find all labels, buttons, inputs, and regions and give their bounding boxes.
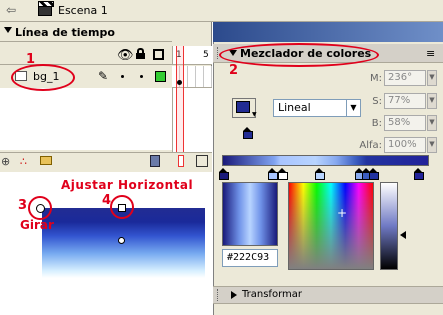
annotation-number: 1 [26,52,36,67]
hue-dropdown-button[interactable]: ▼ [427,70,437,86]
gradient-stop[interactable] [414,168,424,180]
outline-icon[interactable] [153,49,164,60]
fill-color-swatch[interactable] [236,101,250,113]
gradient-stop[interactable] [219,168,229,180]
timeline-title: Línea de tiempo [15,26,115,39]
add-folder-icon[interactable] [40,156,52,165]
outline-color-box[interactable] [155,71,166,82]
layer-list-empty-area [0,88,172,150]
fill-bucket-icon [242,127,253,139]
color-spectrum-picker[interactable] [288,182,374,270]
saturation-field[interactable]: 77% [384,93,426,109]
drag-grip-icon[interactable] [217,289,220,301]
frame-ruler-number: 5 [203,50,209,60]
crosshair-icon: + [337,206,348,220]
annotation-circle [28,196,52,220]
gradient-stop[interactable] [315,168,325,180]
annotation-girar: Girar [20,218,54,232]
gradient-stop[interactable] [268,168,278,180]
annotation-number: 4 [102,193,112,208]
fill-type-value: Lineal [278,101,311,114]
center-frame-icon[interactable] [196,155,208,167]
annotation-ellipse [219,43,379,67]
annotation-number: 2 [229,63,239,78]
brightness-slider[interactable] [380,182,398,270]
scene-clapboard-icon [38,1,54,16]
annotation-ajustar-horizontal: Ajustar Horizontal [61,178,194,192]
collapse-triangle-icon[interactable] [4,27,12,33]
slider-handle-icon[interactable] [400,231,406,239]
saturation-dropdown-button[interactable]: ▼ [427,93,437,109]
eye-icon[interactable]: 👁 [117,48,134,63]
swatch-dropdown-icon: ▼ [252,111,257,118]
gradient-stop[interactable] [278,168,288,180]
brightness-dropdown-button[interactable]: ▼ [427,115,437,131]
chevron-down-icon[interactable]: ▼ [346,100,360,116]
alpha-field[interactable]: 100% [384,137,426,153]
hex-color-input[interactable]: #222C93 [222,249,278,267]
alpha-label: Alfa: [359,140,382,151]
visibility-dot[interactable] [121,75,124,78]
hue-label: M: [370,73,382,84]
scene-label[interactable]: Escena 1 [58,4,108,17]
panel-title-strip [213,22,443,42]
keyframe-dot[interactable] [177,80,182,85]
playhead[interactable] [176,46,184,152]
expand-triangle-icon[interactable] [231,291,237,299]
annotation-number: 3 [18,198,28,213]
brightness-label: B: [371,118,382,129]
alpha-dropdown-button[interactable]: ▼ [427,137,437,153]
hue-field[interactable]: 236° [384,70,426,86]
gradient-preview [222,182,278,246]
pencil-icon: ✎ [98,69,109,83]
add-motion-guide-icon[interactable]: ∴ [20,155,27,168]
gradient-definition-bar[interactable] [222,155,429,166]
add-layer-icon[interactable]: ⊕ [1,155,10,168]
transform-title: Transformar [242,289,302,300]
annotation-ellipse [11,64,75,91]
lock-icon[interactable] [136,48,145,59]
playhead-marker-icon[interactable] [178,155,184,167]
panel-menu-icon[interactable]: ≡ [426,47,435,60]
trash-icon[interactable] [150,155,160,167]
brightness-field[interactable]: 58% [384,115,426,131]
gradient-stop[interactable] [369,168,379,180]
annotation-circle [110,195,134,219]
lock-dot[interactable] [140,75,143,78]
back-arrow-icon[interactable]: ⇦ [6,3,16,17]
center-handle[interactable] [118,237,125,244]
